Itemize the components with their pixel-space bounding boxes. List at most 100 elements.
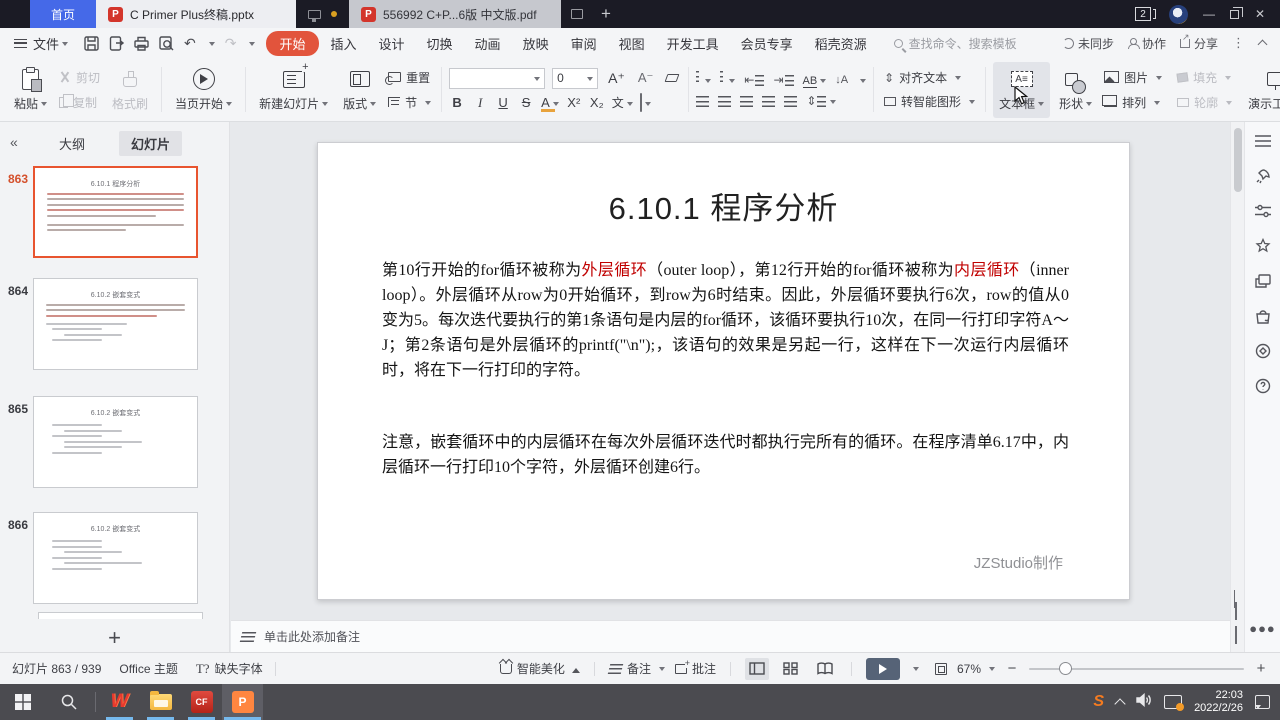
phonetic-guide-button[interactable]: 文 (612, 94, 633, 112)
zoom-slider-handle[interactable] (1059, 661, 1072, 675)
slide-thumbnail-863[interactable]: 6.10.1 程序分析 (33, 166, 198, 258)
slide-thumbnail-865[interactable]: 6.10.2 嵌套变式 (33, 396, 198, 488)
increase-indent-button[interactable]: ⇥ (773, 73, 794, 87)
fill-button[interactable]: 填充 (1174, 68, 1235, 87)
undo-button[interactable]: ↶ (184, 35, 196, 52)
underline-button[interactable]: U (495, 95, 511, 110)
fit-slide-button[interactable] (934, 662, 947, 675)
collapse-ribbon-button[interactable] (1257, 39, 1268, 50)
outline-tab[interactable]: 大纲 (47, 131, 97, 156)
print-preview-button[interactable] (159, 35, 174, 51)
align-center-button[interactable] (718, 95, 732, 107)
hidden-icons-button[interactable] (1114, 698, 1126, 710)
notes-bar[interactable]: 单击此处添加备注 (231, 620, 1230, 652)
sogou-input-icon[interactable]: S (1093, 693, 1104, 711)
zoom-in-button[interactable]: + (1254, 660, 1268, 677)
smart-beautify-button[interactable]: 智能美化 (499, 660, 580, 677)
command-search-input[interactable]: 查找命令、搜索模板 (893, 35, 1017, 52)
undo-dropdown-icon[interactable] (208, 41, 215, 49)
font-color-button[interactable]: A (541, 94, 559, 112)
collapse-panel-button[interactable]: « (10, 134, 18, 150)
line-spacing-button[interactable]: ⇕ (806, 94, 837, 108)
close-button[interactable]: ✕ (1252, 7, 1268, 21)
theme-name[interactable]: Office 主题 (119, 660, 177, 677)
docer-shop-icon[interactable] (1254, 307, 1272, 325)
save-button[interactable] (84, 35, 99, 51)
more-options-button[interactable]: ●●● (1249, 621, 1276, 636)
picture-button[interactable]: 图片 (1101, 68, 1165, 87)
layout-button[interactable]: 版式 (337, 62, 382, 118)
menu-tab-home[interactable]: 开始 (266, 30, 319, 56)
bullet-list-button[interactable] (696, 71, 712, 89)
more-menu-button[interactable]: ⋮ (1232, 35, 1245, 51)
next-slide-button[interactable] (1235, 626, 1237, 644)
menu-tab-animation[interactable]: 动画 (465, 31, 511, 56)
taskbar-app-cf[interactable]: CF (181, 684, 222, 720)
menu-tab-design[interactable]: 设计 (369, 31, 415, 56)
taskbar-clock[interactable]: 22:03 2022/2/26 (1194, 689, 1243, 716)
strikethrough-button[interactable]: S (518, 95, 534, 110)
play-from-current-button[interactable]: 当页开始 (169, 62, 238, 118)
print-button[interactable] (134, 36, 149, 51)
help-icon[interactable] (1254, 377, 1272, 395)
editing-canvas[interactable]: 6.10.1 程序分析 第10行开始的for循环被称为外层循环（outer lo… (231, 122, 1230, 620)
format-painter-button[interactable]: 格式刷 (106, 62, 154, 118)
new-slide-button[interactable]: 新建幻灯片 (253, 62, 334, 118)
current-slide[interactable]: 6.10.1 程序分析 第10行开始的for循环被称为外层循环（outer lo… (317, 142, 1130, 600)
clear-format-button[interactable] (663, 73, 681, 83)
effects-star-icon[interactable] (1254, 237, 1272, 255)
align-right-button[interactable] (740, 95, 754, 107)
document-tab-pptx[interactable]: P C Primer Plus终稿.pptx (96, 0, 296, 28)
reading-view-button[interactable] (813, 658, 837, 680)
align-left-button[interactable] (696, 95, 710, 107)
font-size-select[interactable]: 0 (552, 67, 599, 89)
slide-body-text[interactable]: 第10行开始的for循环被称为外层循环（outer loop），第12行开始的f… (382, 258, 1069, 480)
more-commands-icon[interactable] (249, 41, 256, 49)
action-center-icon[interactable] (1255, 695, 1270, 709)
taskbar-app-wps[interactable]: W (99, 684, 140, 720)
share-button[interactable]: 分享 (1179, 32, 1218, 52)
collaborate-button[interactable]: 协作 (1127, 35, 1166, 52)
align-text-button[interactable]: ⇕ 对齐文本 (881, 68, 978, 87)
slide-sorter-view-button[interactable] (779, 658, 803, 680)
subscript-button[interactable]: X₂ (589, 95, 605, 110)
superscript-button[interactable]: X² (566, 95, 582, 110)
screen-share-icon[interactable] (308, 9, 321, 22)
redo-button[interactable]: ↷ (225, 35, 237, 52)
sync-status-button[interactable]: 未同步 (1062, 35, 1114, 52)
window-count-badge[interactable]: 2 (1135, 7, 1156, 21)
document-tab-pdf[interactable]: P 556992 C+P...6版 中文版.pdf (349, 0, 561, 28)
missing-font-indicator[interactable]: T? 缺失字体 (196, 660, 263, 677)
file-menu[interactable]: 文件 (8, 34, 74, 53)
zoom-slider[interactable] (1029, 661, 1244, 675)
highlight-button[interactable] (639, 92, 651, 112)
comment-button[interactable]: 批注 (674, 657, 716, 677)
font-name-select[interactable] (449, 67, 546, 89)
section-button[interactable]: 节 (385, 93, 434, 112)
scroll-down-button[interactable] (1234, 590, 1242, 608)
menu-tab-review[interactable]: 审阅 (561, 31, 607, 56)
minimize-button[interactable]: — (1201, 7, 1217, 21)
wps-logo-icon[interactable] (1169, 4, 1188, 24)
volume-icon[interactable] (1136, 692, 1152, 712)
new-tab-button[interactable]: + (583, 0, 629, 28)
quick-tools-rocket-icon[interactable] (1254, 167, 1272, 185)
shapes-button[interactable]: 形状 (1053, 62, 1098, 118)
increase-font-button[interactable]: A⁺ (605, 69, 628, 88)
vertical-scrollbar[interactable] (1230, 122, 1244, 652)
taskbar-app-explorer[interactable] (140, 684, 181, 720)
slide-title[interactable]: 6.10.1 程序分析 (318, 183, 1129, 228)
outline-button[interactable]: 轮廓 (1174, 93, 1235, 112)
justify-button[interactable] (762, 95, 776, 107)
zoom-level[interactable]: 67% (957, 662, 995, 676)
presentation-tools-button[interactable]: 演示工具 (1242, 62, 1280, 118)
slideshow-play-button[interactable] (865, 657, 900, 680)
zoom-out-button[interactable]: − (1005, 660, 1019, 677)
reset-button[interactable]: 重置 (385, 68, 434, 87)
menu-icon[interactable] (1254, 132, 1272, 150)
menu-tab-view[interactable]: 视图 (609, 31, 655, 56)
menu-tab-insert[interactable]: 插入 (321, 31, 367, 56)
rewards-coin-icon[interactable] (1254, 342, 1272, 360)
copy-button[interactable]: 复制 (56, 93, 103, 112)
export-pdf-button[interactable] (109, 35, 125, 51)
